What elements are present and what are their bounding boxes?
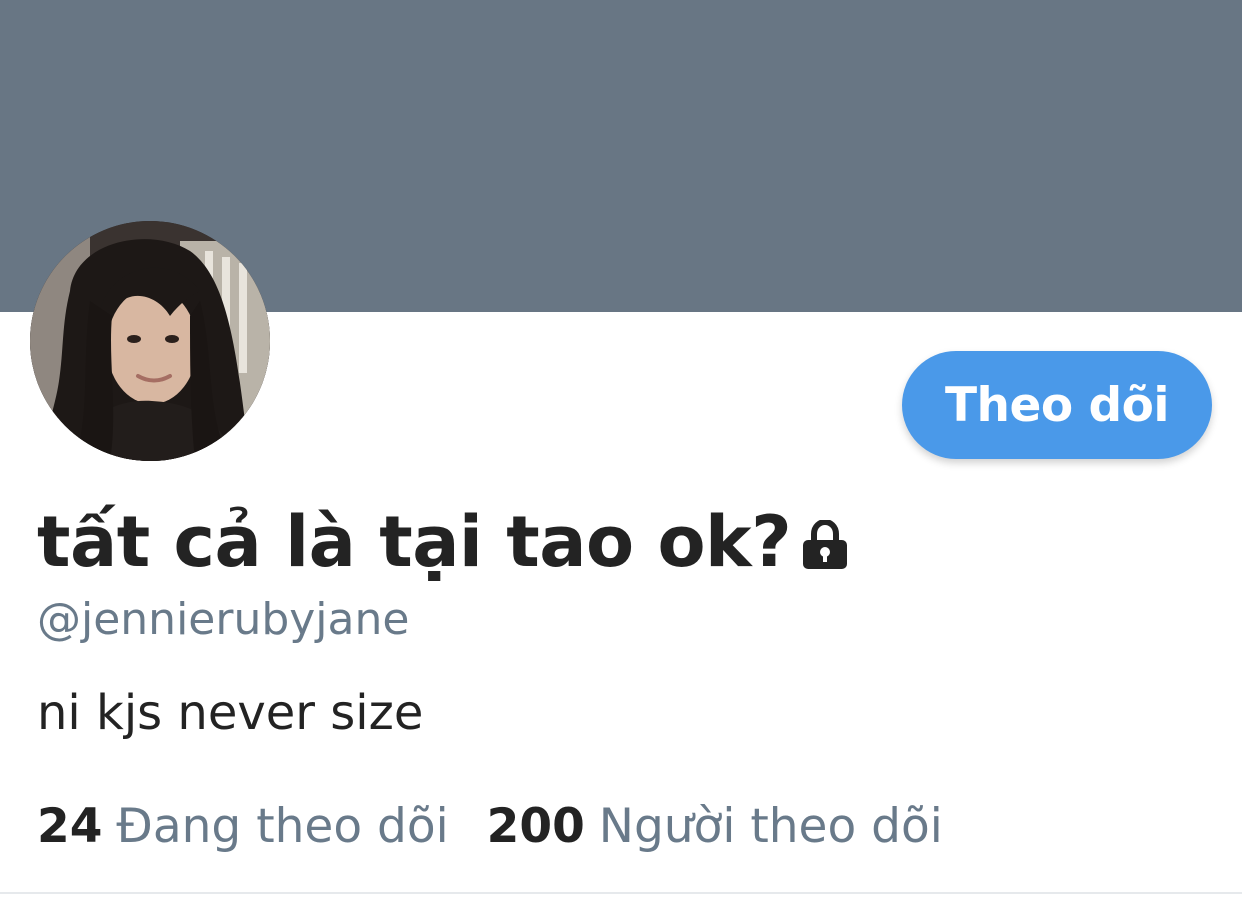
avatar-image xyxy=(30,221,270,461)
following-stat[interactable]: 24 Đang theo dõi xyxy=(37,795,449,859)
following-label: Đang theo dõi xyxy=(116,799,449,854)
follow-button[interactable]: Theo dõi xyxy=(902,351,1212,459)
display-name: tất cả là tại tao ok? xyxy=(37,501,792,583)
following-count: 24 xyxy=(37,799,103,854)
followers-stat[interactable]: 200 Người theo dõi xyxy=(487,795,943,859)
followers-count: 200 xyxy=(486,799,585,854)
user-handle: @jennierubyjane xyxy=(37,594,410,645)
lock-icon xyxy=(803,520,848,569)
section-divider xyxy=(0,892,1242,894)
profile-stats: 24 Đang theo dõi 200 Người theo dõi xyxy=(37,795,943,859)
profile-page: Theo dõi tất cả là tại tao ok? @jennieru… xyxy=(0,0,1242,901)
display-name-row: tất cả là tại tao ok? xyxy=(37,496,849,588)
avatar[interactable] xyxy=(30,221,270,461)
profile-bio: ni kjs never size xyxy=(37,685,424,741)
followers-label: Người theo dõi xyxy=(598,799,943,854)
